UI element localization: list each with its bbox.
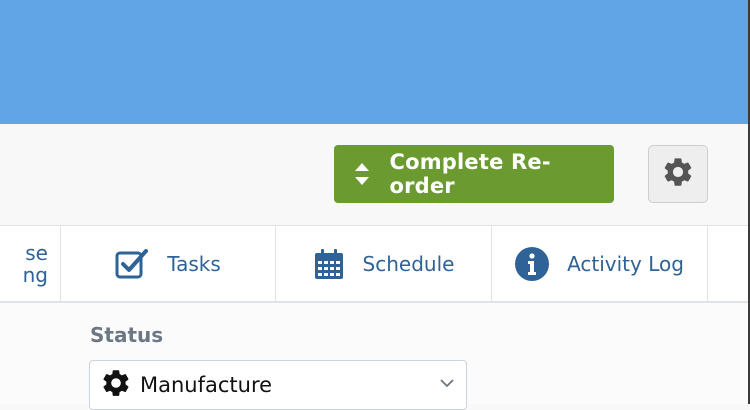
status-value: Manufacture: [140, 373, 273, 397]
tab-bar: se ng Tasks Schedule Activity Log: [0, 225, 748, 303]
status-select[interactable]: Manufacture: [89, 360, 467, 410]
gear-icon: [100, 367, 132, 404]
tab-partial[interactable]: se ng: [0, 226, 61, 302]
gear-icon: [661, 155, 695, 194]
chevron-down-icon: [440, 375, 454, 393]
tab-tasks-label: Tasks: [167, 252, 221, 276]
calendar-icon: [313, 248, 345, 280]
tab-activity-log[interactable]: Activity Log: [492, 226, 708, 302]
complete-reorder-button[interactable]: Complete Re-order: [334, 145, 614, 203]
tab-schedule[interactable]: Schedule: [276, 226, 492, 302]
app-header-bar: [0, 0, 750, 124]
settings-button[interactable]: [648, 145, 708, 203]
status-label: Status: [90, 323, 164, 347]
sort-arrows-icon: [334, 145, 389, 203]
tab-schedule-label: Schedule: [362, 252, 455, 276]
info-circle-icon: [515, 247, 550, 281]
complete-reorder-label: Complete Re-order: [389, 150, 551, 198]
tab-activity-log-label: Activity Log: [567, 252, 684, 276]
tab-tasks[interactable]: Tasks: [61, 226, 276, 302]
checkbox-icon: [115, 248, 149, 280]
tab-partial-label: se ng: [22, 241, 48, 287]
